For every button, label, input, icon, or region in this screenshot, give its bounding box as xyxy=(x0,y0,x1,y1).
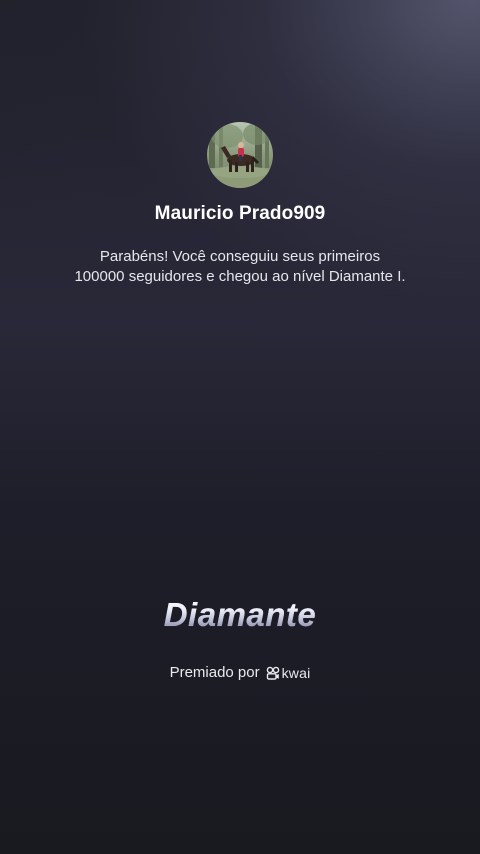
level-badge-title: Diamante xyxy=(0,596,480,634)
message-line-1: Parabéns! Você conseguiu seus primeiros xyxy=(99,248,381,265)
award-credit: Premiado por kwai xyxy=(0,664,480,681)
brand: kwai xyxy=(266,665,311,681)
username: Mauricio Prado909 xyxy=(154,203,326,224)
congratulations-message: Parabéns! Você conseguiu seus primeiros … xyxy=(40,247,440,287)
level-name: Diamante xyxy=(163,596,317,633)
award-label: Premiado por xyxy=(169,664,260,681)
level-up-screen: Mauricio Prado909 Parabéns! Você consegu… xyxy=(0,0,480,854)
avatar[interactable] xyxy=(207,122,273,188)
brand-name: kwai xyxy=(281,664,311,681)
avatar-photo xyxy=(207,122,273,188)
kwai-logo-icon xyxy=(266,666,279,680)
message-line-2: 100000 seguidores e chegou ao nível Diam… xyxy=(74,268,406,285)
